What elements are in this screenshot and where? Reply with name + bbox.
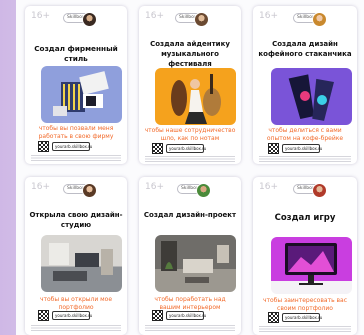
legal-text: [31, 325, 121, 333]
artwork-illustration: [161, 241, 229, 283]
avatar: [194, 12, 210, 27]
gallery-panel: 16+ Skillbox Создал фирменный стиль чтоб…: [16, 0, 364, 335]
age-rating: 16+: [31, 11, 50, 21]
card-subtitle: чтобы наше сотрудничество шло, как по но…: [144, 127, 236, 142]
card-title: Создала дизайн кофейного стаканчика: [258, 40, 352, 58]
brand-pill: Skillbox: [175, 12, 210, 27]
coffee-cup-artwork: [271, 68, 352, 125]
card-title: Открыла свою дизайн-студию: [29, 211, 123, 229]
legal-text: [145, 325, 235, 333]
qr-code-icon: [152, 310, 163, 321]
artwork-illustration: [53, 71, 109, 116]
artwork-illustration: [288, 74, 334, 121]
legal-text: [259, 156, 351, 164]
artwork-illustration: [171, 74, 221, 124]
age-rating: 16+: [145, 11, 164, 21]
avatar: [312, 183, 328, 198]
poster-card[interactable]: 16+ Skillbox Создала дизайн кофейного ст…: [253, 6, 357, 164]
card-subtitle: чтобы вы позвали меня работать в свою фи…: [38, 125, 114, 140]
brand-pill: Skillbox: [293, 183, 328, 198]
brand-pill: Skillbox: [293, 12, 328, 27]
site-link[interactable]: yourarb.skillbox.ru: [166, 144, 206, 153]
card-title: Создал фирменный стиль: [34, 44, 118, 63]
qr-code-icon: [152, 143, 163, 154]
game-screen-artwork: [271, 237, 352, 294]
interior-design-photo: [155, 235, 236, 292]
age-rating: 16+: [259, 182, 278, 192]
card-subtitle: чтобы делиться с вами опытом на кофе-бре…: [266, 127, 344, 142]
legal-text: [145, 156, 235, 164]
poster-card[interactable]: 16+ Skillbox Открыла свою дизайн-студию …: [25, 177, 127, 335]
poster-card[interactable]: 16+ Skillbox Создал фирменный стиль чтоб…: [25, 6, 127, 164]
site-link[interactable]: yourarb.skillbox.ru: [52, 142, 92, 151]
brand-pill: Skillbox: [177, 183, 212, 198]
music-festival-artwork: [155, 68, 236, 125]
qr-code-icon: [38, 310, 49, 321]
card-subtitle: чтобы поработать над вашим интерьером: [154, 296, 226, 311]
brand-pill: Skillbox: [63, 183, 98, 198]
avatar: [196, 183, 212, 198]
card-subtitle: чтобы заинтересовать вас своим портфолио: [262, 297, 348, 312]
qr-code-icon: [38, 141, 49, 152]
artwork-illustration: [49, 243, 113, 281]
site-link[interactable]: yourarb.skillbox.ru: [166, 311, 206, 320]
card-subtitle: чтобы вы открыли мое портфолио: [39, 296, 113, 311]
legal-text: [31, 155, 121, 163]
brand-pill: Skillbox: [63, 12, 98, 27]
brand-identity-artwork: [41, 66, 122, 123]
age-rating: 16+: [31, 182, 50, 192]
poster-card[interactable]: 16+ Skillbox Создал дизайн-проект чтобы …: [139, 177, 241, 335]
artwork-illustration: [271, 237, 352, 285]
legal-text: [259, 326, 351, 334]
card-title: Создал дизайн-проект: [143, 211, 237, 219]
poster-card[interactable]: 16+ Skillbox Создала айдентику музыкальн…: [139, 6, 241, 164]
qr-code-icon: [268, 312, 279, 323]
avatar: [312, 12, 328, 27]
site-link[interactable]: yourarb.skillbox.ru: [282, 313, 322, 322]
avatar: [82, 183, 98, 198]
qr-code-icon: [268, 143, 279, 154]
site-link[interactable]: yourarb.skillbox.ru: [52, 311, 92, 320]
age-rating: 16+: [145, 182, 164, 192]
card-title: Создал игру: [274, 213, 336, 223]
card-title: Создала айдентику музыкального фестиваля: [150, 40, 230, 68]
avatar: [82, 12, 98, 27]
design-studio-photo: [41, 235, 122, 292]
site-link[interactable]: yourarb.skillbox.ru: [282, 144, 322, 153]
poster-card[interactable]: 16+ Skillbox Создал игру чтобы заинтерес…: [253, 177, 357, 335]
age-rating: 16+: [259, 11, 278, 21]
